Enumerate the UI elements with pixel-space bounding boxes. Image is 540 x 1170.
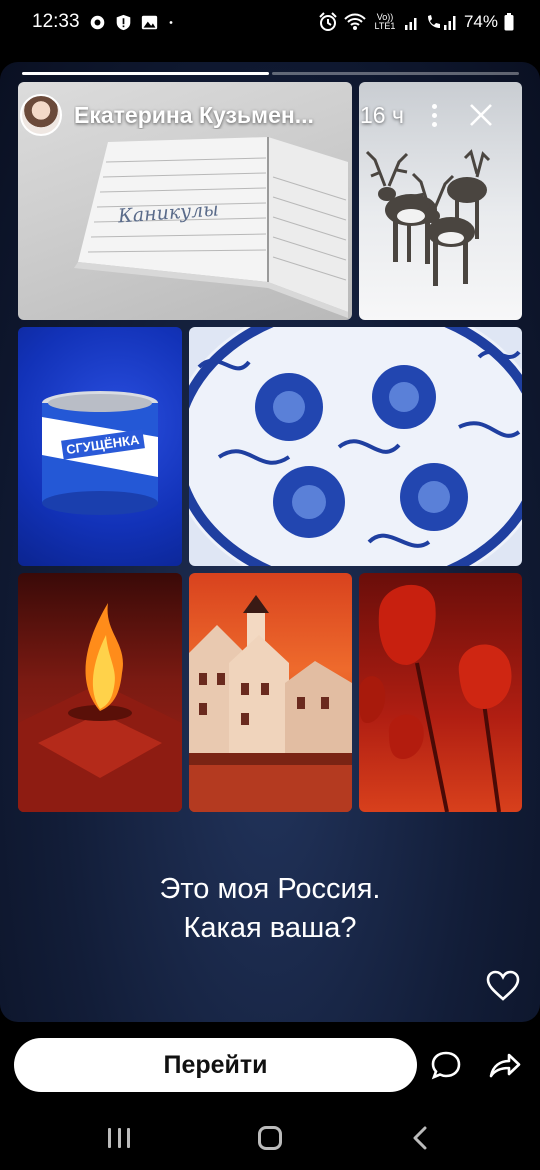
author-name[interactable]: Екатерина Кузьмен... — [74, 102, 344, 129]
story-progress — [22, 72, 519, 75]
heart-icon[interactable] — [486, 970, 520, 1002]
lighthouse-town-photo — [189, 573, 352, 812]
signal-icon — [404, 18, 417, 30]
home-icon[interactable] — [258, 1126, 282, 1150]
status-left: 12:33 — [32, 11, 175, 33]
call-signal-icon — [427, 15, 456, 30]
story-caption: Это моя Россия. Какая ваша? — [0, 870, 540, 948]
close-button[interactable] — [466, 100, 496, 130]
caption-line-1: Это моя Россия. — [159, 873, 381, 905]
status-time: 12:33 — [32, 11, 80, 32]
battery-percent: 74% — [463, 12, 498, 31]
eternal-flame-photo — [18, 573, 182, 812]
messenger-icon — [90, 15, 104, 29]
more-button[interactable] — [424, 100, 446, 130]
red-tulips-photo — [359, 573, 522, 812]
network-label: Vo)) LTE1 — [374, 12, 396, 31]
system-nav-bar — [0, 1112, 540, 1170]
back-icon[interactable] — [410, 1126, 432, 1150]
alarm-icon — [319, 12, 337, 31]
dot-icon — [169, 20, 172, 24]
condensed-milk-photo: СГУЩЁНКА — [18, 327, 182, 566]
recent-apps-icon[interactable] — [108, 1128, 130, 1148]
battery-icon — [504, 13, 514, 31]
bottom-action-bar: Перейти — [0, 1022, 540, 1112]
share-icon[interactable] — [488, 1050, 522, 1080]
status-bar: 12:33 Vo)) LTE1 74% — [0, 0, 540, 44]
gallery-icon — [141, 15, 157, 29]
story-header: Екатерина Кузьмен... 16 ч — [20, 90, 530, 140]
message-icon[interactable] — [430, 1050, 462, 1080]
caption-line-2: Какая ваша? — [183, 912, 357, 944]
goto-button[interactable]: Перейти — [14, 1038, 417, 1092]
gzhel-illustration — [189, 327, 522, 566]
more-icon — [432, 103, 438, 109]
town-illustration — [189, 595, 352, 812]
progress-segment-1 — [22, 72, 269, 75]
shield-icon — [116, 14, 130, 30]
story-card[interactable]: Каникулы Екатерина Кузьмен... 16 ч СГУЩЁ… — [0, 62, 540, 1022]
wifi-icon — [344, 13, 366, 30]
flame-illustration — [18, 603, 182, 812]
tulips-illustration — [359, 584, 512, 812]
story-time: 16 ч — [360, 101, 404, 128]
gzhel-plate-photo — [189, 327, 522, 566]
avatar[interactable] — [20, 94, 62, 136]
close-icon — [470, 104, 492, 126]
progress-segment-2 — [272, 72, 519, 75]
status-right: Vo)) LTE1 74% — [318, 12, 514, 32]
